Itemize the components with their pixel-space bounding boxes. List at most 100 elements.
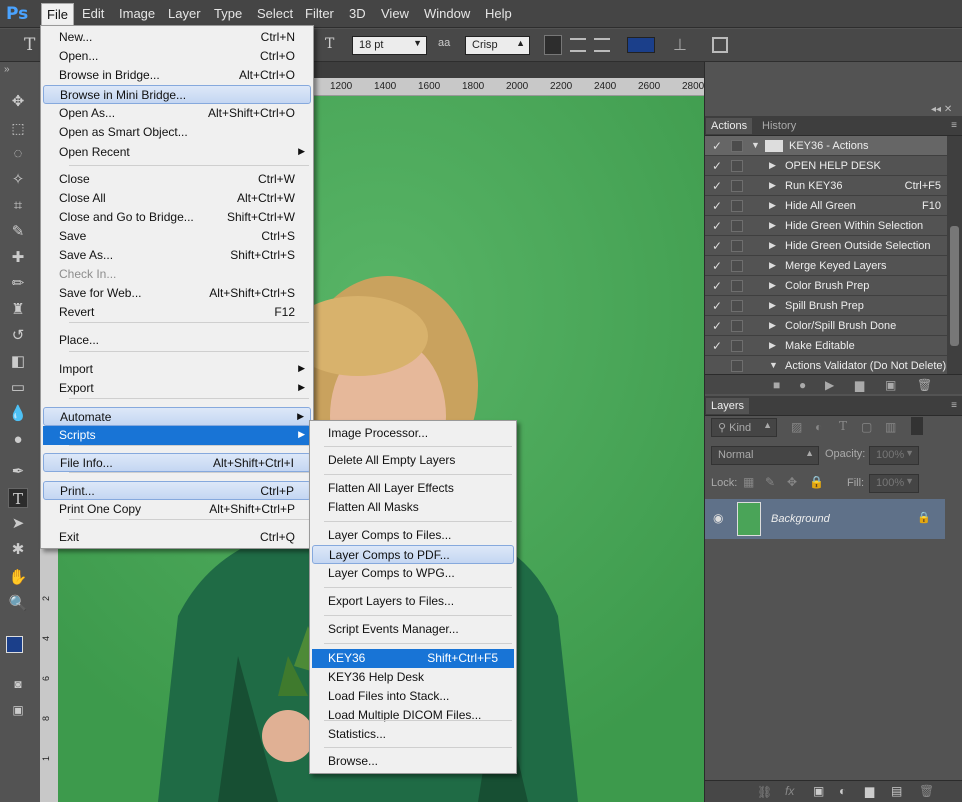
kind-filter[interactable]: ⚲ Kind ▲ — [711, 418, 777, 437]
file-menu-item[interactable]: Close All Alt+Ctrl+W — [43, 189, 311, 208]
gradient-tool-icon[interactable]: ▭ — [8, 378, 28, 398]
file-menu-item[interactable]: Save for Web... Alt+Shift+Ctrl+S — [43, 284, 311, 303]
crop-tool-icon[interactable]: ⌗ — [8, 196, 28, 216]
action-row[interactable]: ✓ ▶ Hide Green Outside Selection — [705, 236, 947, 256]
action-row[interactable]: ✓ ▶ Hide All Green F10 — [705, 196, 947, 216]
scrollbar[interactable] — [947, 136, 962, 376]
brush-tool-icon[interactable]: ✏ — [8, 274, 28, 294]
file-menu-item[interactable]: Export ▶ — [43, 379, 311, 398]
collapsed-icon[interactable]: ▶ — [769, 220, 776, 231]
eraser-icon[interactable]: ◧ — [8, 352, 28, 372]
file-menu-item[interactable]: Automate ▶ — [43, 407, 311, 426]
scripts-menu-item[interactable]: Export Layers to Files... — [312, 592, 514, 611]
collapsed-icon[interactable]: ▶ — [769, 160, 776, 171]
collapse-panels-icon[interactable]: ◂◂ ✕ — [931, 104, 952, 115]
layer-row-background[interactable]: ◉ Background 🔒 — [705, 499, 945, 539]
path-selection-icon[interactable]: ➤ — [8, 514, 28, 534]
scripts-menu-item[interactable]: Image Processor... — [312, 424, 514, 443]
shape-filter-icon[interactable]: ▢ — [861, 420, 872, 434]
file-menu-item[interactable]: Browse in Bridge... Alt+Ctrl+O — [43, 66, 311, 85]
file-menu-item[interactable]: Close Ctrl+W — [43, 170, 311, 189]
text-color-swatch[interactable] — [627, 37, 655, 53]
screen-mode-icon[interactable]: ▣ — [8, 700, 28, 720]
file-menu-item[interactable]: Exit Ctrl+Q — [43, 528, 311, 547]
record-icon[interactable]: ● — [799, 378, 806, 392]
lock-transparent-icon[interactable]: ▦ — [743, 475, 754, 489]
tab-layers[interactable]: Layers — [706, 398, 750, 414]
marquee-tool-icon[interactable]: ⬚ — [8, 118, 28, 138]
menu-image[interactable]: Image — [119, 6, 155, 21]
menu-select[interactable]: Select — [257, 6, 293, 21]
collapsed-icon[interactable]: ▶ — [769, 280, 776, 291]
fill-field[interactable]: 100% ▼ — [869, 474, 919, 493]
quick-mask-icon[interactable]: ◙ — [8, 674, 28, 694]
link-icon[interactable]: ⛓ — [757, 785, 772, 799]
opacity-field[interactable]: 100% ▼ — [869, 446, 919, 465]
action-set-row[interactable]: ✓ ▼ KEY36 - Actions — [705, 136, 947, 156]
file-menu-item[interactable]: Save Ctrl+S — [43, 227, 311, 246]
menu-3d[interactable]: 3D — [349, 6, 366, 21]
dialog-toggle[interactable] — [731, 220, 743, 232]
file-menu-item[interactable]: Browse in Mini Bridge... — [43, 85, 311, 104]
dialog-toggle[interactable] — [731, 320, 743, 332]
character-panel-icon[interactable] — [712, 37, 728, 53]
tab-history[interactable]: History — [757, 119, 801, 133]
file-menu-item[interactable]: Save As... Shift+Ctrl+S — [43, 246, 311, 265]
action-row[interactable]: ▼ Actions Validator (Do Not Delete) — [705, 356, 947, 376]
smart-filter-icon[interactable]: ▥ — [885, 420, 896, 434]
lock-pixels-icon[interactable]: ✎ — [765, 475, 775, 489]
lock-all-icon[interactable]: 🔒 — [809, 475, 824, 489]
scripts-menu-item[interactable]: KEY36 Shift+Ctrl+F5 — [312, 649, 514, 668]
image-filter-icon[interactable]: ▨ — [791, 420, 802, 434]
blend-mode-select[interactable]: Normal ▲ — [711, 446, 819, 465]
file-menu-item[interactable]: Close and Go to Bridge... Shift+Ctrl+W — [43, 208, 311, 227]
dialog-toggle[interactable] — [731, 180, 743, 192]
action-row[interactable]: ✓ ▶ OPEN HELP DESK — [705, 156, 947, 176]
action-row[interactable]: ✓ ▶ Hide Green Within Selection — [705, 216, 947, 236]
dialog-toggle[interactable] — [731, 240, 743, 252]
file-menu-item[interactable]: Print One Copy Alt+Shift+Ctrl+P — [43, 500, 311, 519]
file-menu-item[interactable]: Revert F12 — [43, 303, 311, 322]
scripts-menu-item[interactable]: Load Files into Stack... — [312, 687, 514, 706]
foreground-color-swatch[interactable] — [6, 636, 23, 653]
healing-brush-icon[interactable]: ✚ — [8, 248, 28, 268]
tab-actions[interactable]: Actions — [706, 118, 753, 134]
stop-icon[interactable]: ■ — [773, 378, 780, 392]
collapsed-icon[interactable]: ▶ — [769, 300, 776, 311]
history-brush-icon[interactable]: ↺ — [8, 326, 28, 346]
adjustment-filter-icon[interactable]: ◐ — [815, 420, 822, 434]
visibility-eye-icon[interactable]: ◉ — [713, 511, 723, 525]
new-layer-icon[interactable]: ▤ — [891, 784, 902, 798]
lock-position-icon[interactable]: ✥ — [787, 475, 797, 489]
action-row[interactable]: ✓ ▶ Run KEY36 Ctrl+F5 — [705, 176, 947, 196]
dodge-tool-icon[interactable]: ● — [8, 430, 28, 450]
scripts-menu-item[interactable]: Script Events Manager... — [312, 620, 514, 639]
clone-stamp-icon[interactable]: ♜ — [8, 300, 28, 320]
move-tool-icon[interactable]: ✥ — [8, 92, 28, 112]
scripts-menu-item[interactable]: KEY36 Help Desk — [312, 668, 514, 687]
scripts-menu-item[interactable]: Browse... — [312, 752, 514, 771]
new-set-icon[interactable]: ▆ — [855, 378, 864, 392]
menu-edit[interactable]: Edit — [82, 6, 104, 21]
collapsed-icon[interactable]: ▶ — [769, 260, 776, 271]
magic-wand-icon[interactable]: ✧ — [8, 170, 28, 190]
dialog-toggle[interactable] — [731, 140, 743, 152]
menu-file[interactable]: File — [41, 3, 74, 26]
scrollbar-thumb[interactable] — [950, 226, 959, 346]
dialog-toggle[interactable] — [731, 360, 743, 372]
file-menu-item[interactable]: Check In... — [43, 265, 311, 284]
menu-help[interactable]: Help — [485, 6, 512, 21]
menu-type[interactable]: Type — [214, 6, 242, 21]
dialog-toggle[interactable] — [731, 300, 743, 312]
shape-tool-icon[interactable]: ✱ — [8, 540, 28, 560]
panel-menu-icon[interactable]: ≡ — [951, 120, 957, 131]
file-menu-item[interactable]: Open as Smart Object... — [43, 123, 311, 142]
file-menu-item[interactable]: Place... — [43, 331, 311, 350]
file-menu-item[interactable]: Open... Ctrl+O — [43, 47, 311, 66]
font-size-field[interactable]: 18 pt ▼ — [352, 36, 427, 55]
file-menu-item[interactable]: Open Recent ▶ — [43, 143, 311, 162]
scripts-menu-item[interactable]: Layer Comps to Files... — [312, 526, 514, 545]
expand-icon[interactable]: ▼ — [751, 140, 760, 150]
menu-view[interactable]: View — [381, 6, 409, 21]
collapsed-icon[interactable]: ▶ — [769, 320, 776, 331]
